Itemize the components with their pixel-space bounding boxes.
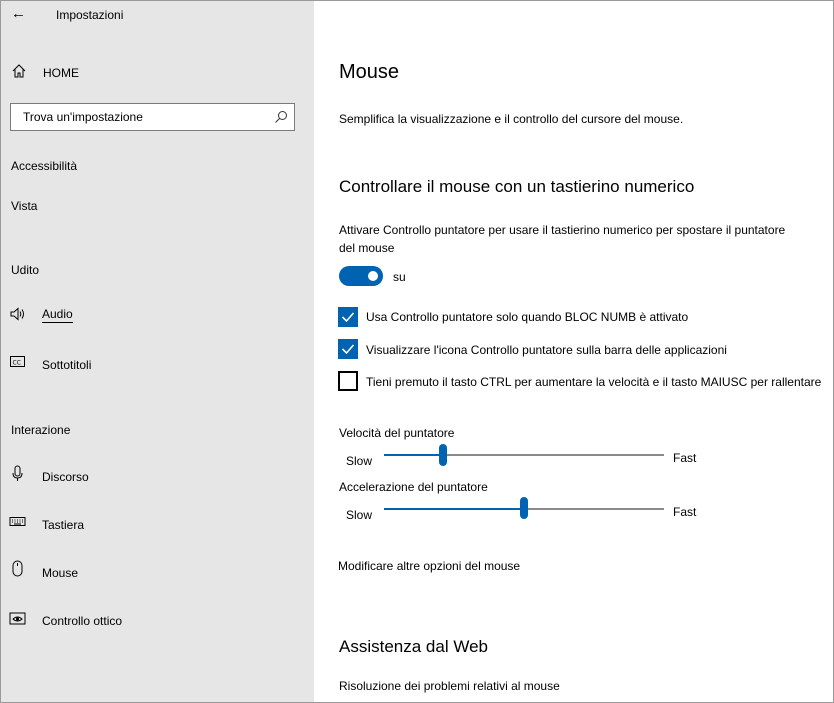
pointer-speed-max-label: Fast xyxy=(673,451,697,465)
pointer-acceleration-max-label: Fast xyxy=(673,505,697,519)
toggle-description-line2: del mouse xyxy=(339,241,395,255)
toggle-state-label: su xyxy=(393,270,406,284)
closed-captions-icon: CC xyxy=(9,355,27,371)
pointer-acceleration-slider[interactable] xyxy=(384,497,664,519)
show-taskbar-icon-label: Visualizzare l'icona Controllo puntatore… xyxy=(366,343,727,357)
search-icon[interactable] xyxy=(274,110,288,124)
toggle-description-line1: Attivare Controllo puntatore per usare i… xyxy=(339,223,786,237)
pointer-speed-min-label: Slow xyxy=(346,454,373,468)
page-description: Semplifica la visualizzazione e il contr… xyxy=(339,112,684,126)
sidebar-header-interaction: Interazione xyxy=(11,423,71,437)
toggle-knob xyxy=(368,271,378,281)
back-arrow-icon[interactable]: ← xyxy=(11,5,26,22)
troubleshoot-mouse-link[interactable]: Risoluzione dei problemi relativi al mou… xyxy=(339,677,560,695)
sidebar-item-keyboard[interactable]: Tastiera xyxy=(42,518,84,532)
page-title: Mouse xyxy=(339,61,400,83)
sidebar-home-link[interactable]: HOME xyxy=(43,66,79,80)
home-icon xyxy=(11,63,27,79)
sidebar-header-hearing: Udito xyxy=(11,263,40,277)
sidebar-header-vision: Vista xyxy=(11,199,38,213)
pointer-acceleration-min-label: Slow xyxy=(346,508,373,522)
eye-control-icon xyxy=(9,611,27,627)
sidebar-item-speech[interactable]: Discorso xyxy=(42,470,89,484)
sidebar-item-mouse[interactable]: Mouse xyxy=(42,566,78,580)
section-heading-web-help: Assistenza dal Web xyxy=(339,637,488,656)
mouse-keys-toggle[interactable] xyxy=(339,266,383,286)
sidebar-item-eye-control[interactable]: Controllo ottico xyxy=(42,614,122,628)
show-taskbar-icon-checkbox[interactable] xyxy=(338,339,358,359)
ctrl-shift-speed-label: Tieni premuto il tasto CTRL per aumentar… xyxy=(366,375,822,389)
pointer-speed-slider[interactable] xyxy=(384,444,664,466)
search-box[interactable] xyxy=(10,103,295,131)
more-mouse-options-link[interactable]: Modificare altre opzioni del mouse xyxy=(338,557,520,575)
sidebar: ← Impostazioni HOME Accessibilità Vista … xyxy=(1,1,314,702)
keyboard-icon xyxy=(9,515,27,531)
pointer-speed-label: Velocità del puntatore xyxy=(339,426,455,440)
speaker-icon xyxy=(9,306,27,322)
sidebar-category-accessibility: Accessibilità xyxy=(11,159,78,173)
section-heading-keypad: Controllare il mouse con un tastierino n… xyxy=(339,177,695,196)
microphone-icon xyxy=(9,465,27,481)
pointer-speed-thumb[interactable] xyxy=(439,444,447,466)
main-content: Mouse Semplifica la visualizzazione e il… xyxy=(314,1,833,702)
numlock-only-label: Usa Controllo puntatore solo quando BLOC… xyxy=(366,310,689,324)
ctrl-shift-speed-checkbox[interactable] xyxy=(338,371,358,391)
numlock-only-checkbox[interactable] xyxy=(338,307,358,327)
pointer-acceleration-fill xyxy=(384,508,524,510)
pointer-acceleration-label: Accelerazione del puntatore xyxy=(339,480,488,494)
sidebar-item-captions[interactable]: Sottotitoli xyxy=(42,358,91,372)
pointer-acceleration-thumb[interactable] xyxy=(520,497,528,519)
search-input[interactable] xyxy=(23,110,263,124)
sidebar-item-audio[interactable]: Audio xyxy=(42,307,73,323)
settings-window: ← Impostazioni HOME Accessibilità Vista … xyxy=(0,0,834,703)
svg-text:CC: CC xyxy=(13,360,21,367)
pointer-speed-fill xyxy=(384,454,443,456)
mouse-icon xyxy=(9,560,27,577)
window-title: Impostazioni xyxy=(56,8,124,22)
